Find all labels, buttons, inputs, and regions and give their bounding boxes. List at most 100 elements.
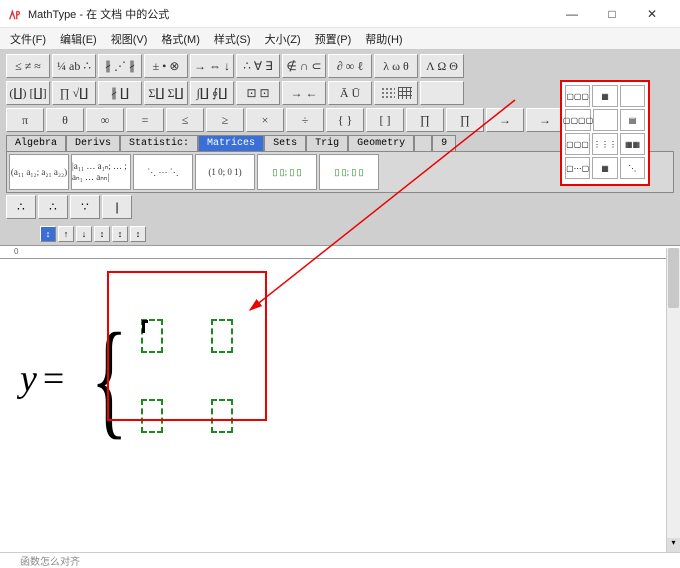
sym-eq[interactable]: = [126,108,164,132]
align-btn-4[interactable]: ↕ [94,226,110,242]
menu-view[interactable]: 视图(V) [105,29,154,49]
palette-labeled-arrows[interactable]: → ← [282,81,326,105]
palette-relational[interactable]: ≤ ≠ ≈ [6,54,50,78]
tmpl-2x2-slots-b[interactable]: ▯ ▯; ▯ ▯ [319,154,379,190]
tmpl-2x2-slots-a[interactable]: ▯ ▯; ▯ ▯ [257,154,317,190]
scrollbar-thumb[interactable] [668,248,679,308]
matrix-slot-12[interactable] [211,319,233,353]
equation-editor[interactable]: y = { [0,259,680,559]
menu-file[interactable]: 文件(F) [4,29,52,49]
sym-le[interactable]: ≤ [166,108,204,132]
popup-5x5[interactable]: ▦ [592,157,617,179]
palette-bars[interactable]: ⊡ ⊡ [236,81,280,105]
palette-spaces[interactable]: ¼ ab ∴ [52,54,96,78]
matrix-icon-2 [398,87,412,99]
menu-help[interactable]: 帮助(H) [359,29,408,49]
tab-algebra[interactable]: Algebra [6,135,66,151]
palette-greek-upper[interactable]: Λ Ω Θ [420,54,464,78]
sym-prod1[interactable]: ∏ [406,108,444,132]
app-logo-icon [8,7,22,21]
tab-matrices[interactable]: Matrices [198,135,264,151]
sym-div[interactable]: ÷ [286,108,324,132]
close-button[interactable]: ✕ [632,0,672,28]
tab-sets[interactable]: Sets [264,135,306,151]
small-toolbar: ↕ ↑ ↓ ↕ ↕ ↕ [0,223,680,245]
menu-style[interactable]: 样式(S) [208,29,257,49]
scrollbar-down-icon[interactable]: ▾ [667,538,680,552]
palette-fences[interactable]: (∐) [∐] [6,81,50,105]
popup-blank2[interactable] [593,109,618,131]
palette-operators[interactable]: ± • ⊗ [144,54,188,78]
matrix-slot-11[interactable] [141,319,163,353]
tmpl-2x2-paren[interactable]: (a₁₁ a₁₂; a₂₁ a₂₂) [9,154,69,190]
palette-sets[interactable]: ∉ ∩ ⊂ [282,54,326,78]
tmpl2-b[interactable]: ∴ [38,195,68,219]
popup-3x3[interactable]: ▤ [620,109,645,131]
palette-scripts[interactable]: ∦ ∐ [98,81,142,105]
ruler[interactable] [0,245,680,259]
popup-2x2[interactable]: ▦ [592,85,617,107]
popup-blank1[interactable] [620,85,645,107]
equals-sign: = [43,357,64,401]
tab-trig[interactable]: Trig [306,135,348,151]
align-btn-6[interactable]: ↕ [130,226,146,242]
sym-brackets[interactable]: [ ] [366,108,404,132]
align-btn-5[interactable]: ↕ [112,226,128,242]
tmpl-nxn-det[interactable]: |a₁₁ … a₁ₙ; … ; aₙ₁ … aₙₙ| [71,154,131,190]
tmpl-identity[interactable]: (1 0; 0 1) [195,154,255,190]
equation: y = { [20,319,680,439]
sym-prod2[interactable]: ∏ [446,108,484,132]
palette-accents[interactable]: Ā Ū [328,81,372,105]
popup-1x4[interactable]: ▢▢▢▢ [565,109,591,131]
palette-sums[interactable]: Σ∐ Σ∐ [144,81,188,105]
tab-geometry[interactable]: Geometry [348,135,414,151]
align-btn-3[interactable]: ↓ [76,226,92,242]
palette-arrows[interactable]: → ⇔ ↓ [190,54,234,78]
popup-4x4[interactable]: ▦▦ [620,133,645,155]
align-btn-2[interactable]: ↑ [58,226,74,242]
palette-empty[interactable] [420,81,464,105]
tab-blank[interactable] [414,135,432,151]
menu-edit[interactable]: 编辑(E) [54,29,103,49]
palette-greek-lower[interactable]: λ ω θ [374,54,418,78]
toolbar-area: ≤ ≠ ≈ ¼ ab ∴ ∦ ⋰ ∦ ± • ⊗ → ⇔ ↓ ∴ ∀ ∃ ∉ ∩… [0,50,680,223]
tmpl2-a[interactable]: ∴ [6,195,36,219]
menu-size[interactable]: 大小(Z) [259,29,307,49]
tab-statistics[interactable]: Statistic: [120,135,198,151]
tmpl-dots[interactable]: ⋱ ⋯ ⋱ [133,154,193,190]
popup-ddots[interactable]: ⋱ [620,157,645,179]
sym-arr2[interactable]: → [526,108,564,132]
matrix-slot-21[interactable] [141,399,163,433]
align-btn-1[interactable]: ↕ [40,226,56,242]
matrix-slot-22[interactable] [211,399,233,433]
palette-embellish[interactable]: ∦ ⋰ ∦ [98,54,142,78]
menu-format[interactable]: 格式(M) [155,29,206,49]
sym-times[interactable]: × [246,108,284,132]
window-title: MathType - 在 文档 中的公式 [28,6,552,22]
popup-col3[interactable]: ▢▢▢ [565,133,590,155]
palette-fractions[interactable]: ∏ √∐ [52,81,96,105]
tmpl2-d[interactable]: | [102,195,132,219]
palette-integrals[interactable]: ∫∐ ∮∐ [190,81,234,105]
sym-ge[interactable]: ≥ [206,108,244,132]
tab-derivs[interactable]: Derivs [66,135,120,151]
palette-misc[interactable]: ∂ ∞ ℓ [328,54,372,78]
menu-preset[interactable]: 预置(P) [309,29,358,49]
sym-theta[interactable]: θ [46,108,84,132]
vertical-scrollbar[interactable]: ▾ [666,248,680,552]
sym-arr1[interactable]: → [486,108,524,132]
sym-infty[interactable]: ∞ [86,108,124,132]
palette-logic[interactable]: ∴ ∀ ∃ [236,54,280,78]
sym-braces[interactable]: { } [326,108,364,132]
popup-vdots[interactable]: ⋮⋮⋮ [592,133,618,155]
equation-lhs: y [20,357,37,401]
minimize-button[interactable]: — [552,0,592,28]
sym-pi[interactable]: π [6,108,44,132]
popup-1x3[interactable]: ▢▢▢ [565,85,590,107]
tab-9[interactable]: 9 [432,135,456,151]
maximize-button[interactable]: □ [592,0,632,28]
popup-rowdots[interactable]: ▢⋯▢ [565,157,590,179]
tmpl2-c[interactable]: ∵ [70,195,100,219]
palette-matrices[interactable] [374,81,418,105]
menubar: 文件(F) 编辑(E) 视图(V) 格式(M) 样式(S) 大小(Z) 预置(P… [0,28,680,50]
